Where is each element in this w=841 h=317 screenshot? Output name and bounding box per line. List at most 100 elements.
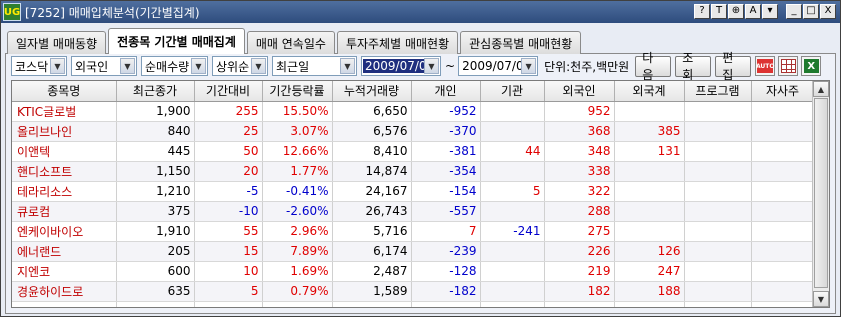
chevron-down-icon[interactable]: ▼	[191, 58, 206, 74]
column-header-rate[interactable]: 기간등락률	[262, 81, 333, 102]
close-button[interactable]: X	[820, 4, 836, 19]
table-row[interactable]: 에너랜드 205 15 7.89% 6,174 -239 226 126	[12, 241, 815, 262]
cell-close: 445	[116, 141, 195, 162]
tab-daily-trend[interactable]: 일자별 매매동향	[7, 31, 107, 54]
table-row[interactable]	[12, 301, 815, 307]
excel-export-button[interactable]: X	[801, 56, 822, 76]
cell-close: 1,910	[116, 221, 195, 242]
investor-select[interactable]: 외국인 ▼	[71, 56, 137, 76]
scroll-thumb[interactable]	[814, 98, 828, 288]
sort-by-select[interactable]: 순매수량 ▼	[141, 56, 208, 76]
column-header-close[interactable]: 최근종가	[116, 81, 195, 102]
tab-consecutive-days[interactable]: 매매 연속일수	[246, 31, 335, 54]
window-buttons: ? T ⊕ A ▾ _ □ X	[694, 4, 836, 19]
link-button[interactable]: ⊕	[728, 4, 744, 19]
table-row[interactable]: 이앤텍 445 50 12.66% 8,410 -381 44 348 131	[12, 141, 815, 162]
font-button[interactable]: A	[745, 4, 761, 19]
column-header-foreign-firm[interactable]: 외국계	[614, 81, 685, 102]
app-logo-icon: UG	[3, 3, 21, 21]
cell-foreign: 348	[544, 141, 615, 162]
chevron-down-icon[interactable]: ▼	[50, 58, 65, 74]
tab-investor-status[interactable]: 투자주체별 매매현황	[336, 31, 459, 54]
vertical-scrollbar[interactable]: ▲ ▼	[812, 81, 829, 307]
cell-program	[684, 261, 752, 282]
chevron-down-icon[interactable]: ▼	[521, 58, 537, 74]
help-button[interactable]: ?	[694, 4, 710, 19]
column-header-change[interactable]: 기간대비	[194, 81, 263, 102]
cell-change: 25	[194, 121, 263, 142]
cell-treasury	[751, 201, 815, 222]
chevron-down-icon[interactable]: ▼	[424, 58, 439, 74]
cell-rate: 15.50%	[262, 101, 333, 122]
cell-treasury	[751, 221, 815, 242]
cell-individual: -952	[411, 101, 481, 122]
column-header-volume[interactable]: 누적거래량	[332, 81, 412, 102]
chevron-down-icon[interactable]: ▼	[251, 58, 266, 74]
maximize-button[interactable]: □	[803, 4, 819, 19]
cell-program	[684, 181, 752, 202]
cell-close: 1,150	[116, 161, 195, 182]
column-header-foreign[interactable]: 외국인	[544, 81, 615, 102]
tab-period-aggregate[interactable]: 전종목 기간별 매매집계	[108, 28, 245, 54]
cell-name: 올리브나인	[12, 121, 117, 142]
query-button[interactable]: 조회	[675, 51, 712, 82]
cell-program	[684, 121, 752, 142]
chevron-down-icon[interactable]: ▼	[120, 58, 135, 74]
data-grid[interactable]: 종목명 최근종가 기간대비 기간등락률 누적거래량 개인 기관 외국인 외국계 …	[11, 80, 830, 308]
period-select[interactable]: 최근일 ▼	[272, 56, 357, 76]
cell-treasury	[751, 181, 815, 202]
options-dropdown-button[interactable]: ▾	[762, 4, 778, 19]
date-from-input[interactable]: 2009/07/01 ▼	[361, 56, 441, 76]
cell-change: -10	[194, 201, 263, 222]
cell-individual: -182	[411, 281, 481, 302]
cell-institution	[480, 201, 545, 222]
table-row[interactable]: 엔케이바이오 1,910 55 2.96% 5,716 7 -241 275	[12, 221, 815, 242]
table-row[interactable]: 경윤하이드로 635 5 0.79% 1,589 -182 182 188	[12, 281, 815, 302]
table-row[interactable]: KTIC글로벌 1,900 255 15.50% 6,650 -952 952	[12, 101, 815, 122]
cell-individual: -128	[411, 261, 481, 282]
unit-label: 단위:천주,백만원	[544, 59, 630, 74]
auto-refresh-button[interactable]: AUTO	[755, 56, 776, 76]
market-select[interactable]: 코스닥 ▼	[11, 56, 67, 76]
cell-name: 경윤하이드로	[12, 281, 117, 302]
table-row[interactable]: 올리브나인 840 25 3.07% 6,576 -370 368 385	[12, 121, 815, 142]
text-button[interactable]: T	[711, 4, 727, 19]
cell-rate: 12.66%	[262, 141, 333, 162]
cell-change: 55	[194, 221, 263, 242]
minimize-button[interactable]: _	[786, 4, 802, 19]
order-select[interactable]: 상위순 ▼	[212, 56, 268, 76]
date-to-input[interactable]: 2009/07/01 ▼	[458, 56, 539, 76]
cell-program	[684, 301, 752, 307]
scroll-down-icon[interactable]: ▼	[813, 291, 829, 307]
stock-table: 종목명 최근종가 기간대비 기간등락률 누적거래량 개인 기관 외국인 외국계 …	[12, 81, 815, 307]
chevron-down-icon[interactable]: ▼	[340, 58, 355, 74]
cell-rate: -2.60%	[262, 201, 333, 222]
table-row[interactable]: 핸디소프트 1,150 20 1.77% 14,874 -354 338	[12, 161, 815, 182]
column-header-name[interactable]: 종목명	[12, 81, 117, 102]
tab-watchlist-status[interactable]: 관심종목별 매매현황	[460, 31, 582, 54]
table-row[interactable]: 큐로컴 375 -10 -2.60% 26,743 -557 288	[12, 201, 815, 222]
column-header-institution[interactable]: 기관	[480, 81, 545, 102]
cell-volume: 6,576	[332, 121, 412, 142]
cell-name: 에너랜드	[12, 241, 117, 262]
cell-rate: 0.79%	[262, 281, 333, 302]
cell-institution	[480, 241, 545, 262]
title-bar[interactable]: UG [7252] 매매입체분석(기간별집계) ? T ⊕ A ▾ _ □ X	[1, 1, 840, 23]
filter-bar: 코스닥 ▼ 외국인 ▼ 순매수량 ▼ 상위순 ▼ 최근일 ▼ 2009/07/0…	[11, 51, 824, 82]
next-button[interactable]: 다음	[635, 51, 672, 82]
column-header-individual[interactable]: 개인	[411, 81, 481, 102]
scroll-up-icon[interactable]: ▲	[813, 81, 829, 97]
cell-rate: 1.69%	[262, 261, 333, 282]
investor-value: 외국인	[75, 59, 109, 74]
table-row[interactable]: 테라리소스 1,210 -5 -0.41% 24,167 -154 5 322	[12, 181, 815, 202]
table-row[interactable]: 지엔코 600 10 1.69% 2,487 -128 219 247	[12, 261, 815, 282]
cell-foreign-firm	[614, 301, 685, 307]
grid-settings-button[interactable]	[778, 56, 799, 76]
order-value: 상위순	[216, 59, 250, 74]
cell-foreign: 338	[544, 161, 615, 182]
cell-treasury	[751, 161, 815, 182]
column-header-program[interactable]: 프로그램	[684, 81, 752, 102]
edit-button[interactable]: 편집	[715, 51, 752, 82]
cell-close: 1,210	[116, 181, 195, 202]
column-header-treasury[interactable]: 자사주	[751, 81, 815, 102]
